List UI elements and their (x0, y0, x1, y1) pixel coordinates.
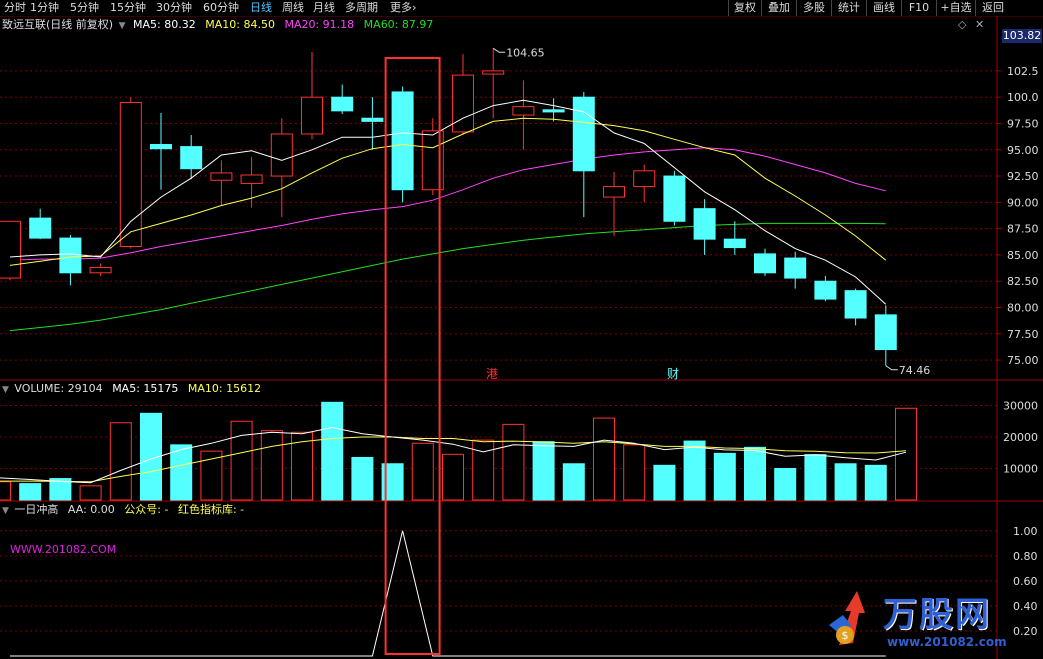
candle-body (723, 238, 746, 249)
candle-body (693, 208, 716, 240)
candle-body (633, 170, 656, 188)
candle-body (29, 217, 52, 239)
candle-body (240, 174, 263, 184)
indicator-tick-label: 1.00 (1013, 525, 1038, 538)
volume-bar (351, 456, 374, 501)
volume-bar (653, 464, 676, 501)
indicator-line (10, 530, 886, 657)
price-tick-label: 77.50 (1007, 328, 1039, 341)
volume-bar (623, 444, 646, 501)
candle-body (210, 172, 233, 181)
volume-bar (79, 485, 102, 501)
price-tick-label: 87.50 (1007, 223, 1039, 236)
candle-body (361, 117, 384, 122)
volume-tick-label: 30000 (1003, 399, 1038, 412)
candle-body (452, 74, 474, 133)
volume-bar (442, 453, 464, 501)
candle-body (119, 101, 142, 248)
volume-bar (864, 464, 887, 501)
volume-tick-label: 10000 (1003, 462, 1038, 475)
candle-body (89, 267, 112, 274)
volume-bar (532, 441, 555, 501)
volume-bar (230, 420, 253, 501)
low-arrow (885, 365, 898, 371)
candle-body (331, 96, 354, 112)
high-arrow (492, 47, 506, 53)
price-tick-label: 82.50 (1007, 275, 1039, 288)
volume-bar (593, 417, 615, 501)
indicator-tick-label: 0.80 (1013, 550, 1038, 563)
candle-body (784, 257, 807, 279)
wangu-logo: $ 万股网 www.201082.com (825, 585, 1035, 655)
volume-bar (321, 401, 344, 501)
volume-bar (562, 463, 585, 501)
volume-bar (744, 446, 766, 501)
event-marker-gang: 港 (486, 367, 498, 381)
svg-text:$: $ (842, 629, 849, 642)
price-tick-label: 75.00 (1007, 354, 1039, 367)
volume-bar (713, 452, 736, 501)
volume-bar (19, 483, 42, 501)
volume-bar (683, 440, 706, 501)
volume-bar (411, 442, 434, 501)
candle-body (0, 220, 21, 279)
candle-body (482, 70, 505, 75)
candle-body (542, 109, 565, 113)
candle-body (844, 290, 867, 319)
candle-body (301, 96, 323, 135)
logo-text: 万股网 (883, 595, 991, 635)
candle-body (391, 91, 414, 191)
price-tick-label: 102.5 (1007, 65, 1039, 78)
price-tick-label: 90.00 (1007, 196, 1039, 209)
volume-bar (0, 481, 11, 501)
candle-body (663, 175, 686, 222)
stock-chart[interactable]: 102.5 100.0 97.50 95.00 92.50 90.00 87.50 85.00… (0, 0, 1043, 659)
candle-body (150, 144, 172, 150)
low-price-label: 74.46 (899, 364, 931, 377)
price-tick-label: 95.00 (1007, 144, 1039, 157)
high-price-label: 104.65 (506, 46, 545, 59)
volume-tick-label: 20000 (1003, 431, 1038, 444)
candle-body (512, 106, 535, 116)
price-tick-label: 85.00 (1007, 249, 1039, 262)
candle-body (572, 96, 595, 172)
volume-bar (834, 463, 857, 501)
volume-bar (472, 439, 495, 501)
volume-bar (774, 467, 797, 501)
price-tick-label: 80.00 (1007, 301, 1039, 314)
volume-bar (170, 444, 193, 501)
candle-body (754, 253, 776, 274)
price-tick-label: 97.50 (1007, 117, 1039, 130)
event-marker-cai: 财 (667, 367, 679, 381)
candle-body (874, 314, 897, 351)
candle-body (814, 280, 837, 300)
price-tick-label: 92.50 (1007, 170, 1039, 183)
logo-url: www.201082.com (887, 635, 1007, 649)
volume-bar (109, 422, 132, 501)
candle-body (270, 133, 293, 177)
price-tick-label: 100.0 (1007, 91, 1039, 104)
volume-bar (200, 450, 223, 501)
candle-body (180, 146, 203, 170)
volume-bar (804, 454, 827, 501)
candle-body (603, 186, 625, 198)
volume-bar (502, 423, 525, 501)
candle-body (59, 237, 82, 274)
volume-bar (260, 430, 283, 501)
